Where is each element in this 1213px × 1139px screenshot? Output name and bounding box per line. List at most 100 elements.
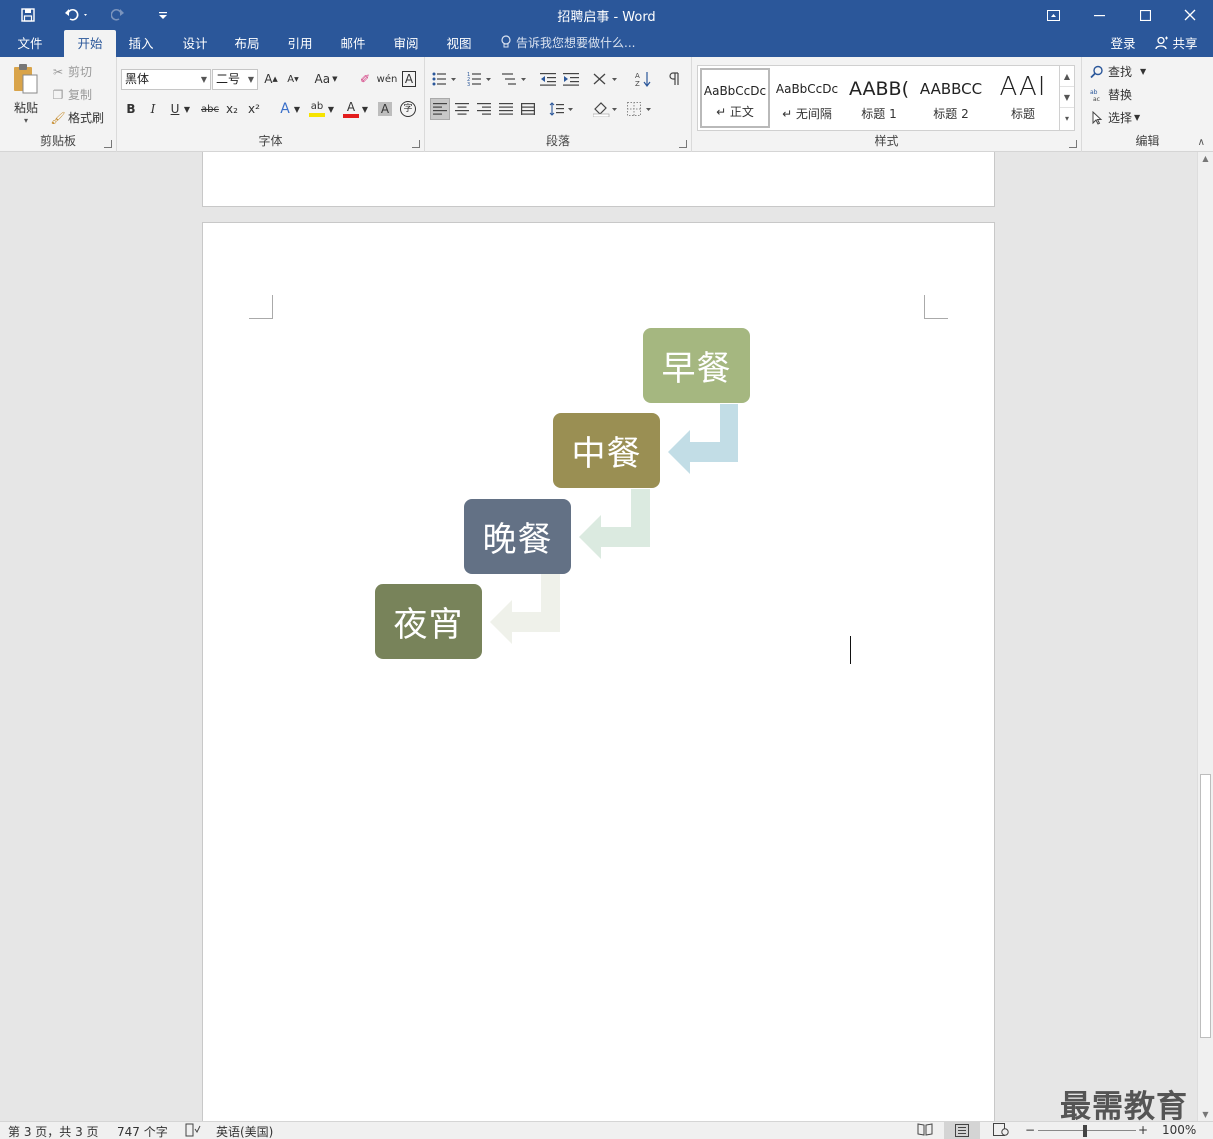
grow-font-button[interactable]: A ▲ [261, 68, 281, 90]
read-mode-icon[interactable] [917, 1123, 933, 1139]
scrollbar-thumb[interactable] [1200, 774, 1211, 1038]
chevron-up-icon[interactable]: ▲ [1060, 66, 1074, 87]
word-count[interactable]: 747 个字 [117, 1123, 168, 1139]
print-layout-icon[interactable] [944, 1122, 980, 1139]
paste-button[interactable]: 粘贴 ▾ [8, 63, 44, 129]
font-family-select[interactable]: 黑体 ▼ [121, 69, 211, 90]
shading-button[interactable] [591, 98, 621, 120]
close-icon[interactable] [1167, 0, 1213, 30]
bullets-button[interactable] [430, 68, 460, 90]
copy-button[interactable]: ❐ 复制 [50, 86, 92, 103]
enclose-characters-button[interactable]: 字 [398, 98, 418, 120]
style-name: 标题 1 [861, 107, 897, 121]
tab-references[interactable]: 引用 [277, 30, 323, 57]
format-painter-button[interactable]: 🖌 格式刷 [50, 109, 104, 126]
find-button[interactable]: 查找 ▼ [1090, 63, 1146, 80]
sort-icon: AZ [635, 72, 651, 87]
highlight-button[interactable]: ab [307, 98, 327, 120]
italic-button[interactable]: I [143, 98, 163, 120]
clear-formatting-icon[interactable]: ✐ [355, 68, 375, 90]
multilevel-list-button[interactable] [500, 68, 530, 90]
bold-button[interactable]: B [121, 98, 141, 120]
chevron-down-icon: ▼ [1134, 113, 1141, 122]
font-size-select[interactable]: 二号 ▼ [212, 69, 258, 90]
scroll-up-icon[interactable]: ▲ [1198, 154, 1213, 163]
align-center-button[interactable] [452, 98, 472, 120]
language-indicator[interactable]: 英语(美国) [216, 1123, 273, 1139]
proofing-icon[interactable] [185, 1123, 201, 1139]
web-layout-icon[interactable] [993, 1123, 1009, 1139]
style-sample: AaBbCcDc [703, 84, 767, 98]
vertical-scrollbar[interactable]: ▲ ▼ [1197, 152, 1213, 1121]
diagram-box-breakfast[interactable]: 早餐 [643, 328, 750, 403]
maximize-icon[interactable] [1122, 0, 1168, 30]
cut-button[interactable]: ✂ 剪切 [50, 63, 92, 80]
tab-view[interactable]: 视图 [436, 30, 482, 57]
zoom-out-icon[interactable]: − [1025, 1123, 1035, 1137]
chevron-down-icon[interactable]: ▼ [1060, 87, 1074, 108]
collapse-ribbon-icon[interactable]: ∧ [1198, 137, 1205, 148]
underline-dropdown-icon[interactable]: ▼ [181, 98, 193, 120]
style-no-spacing[interactable]: AaBbCcDc ↵ 无间隔 [772, 68, 842, 128]
share-button[interactable]: 共享 [1148, 30, 1204, 57]
strikethrough-button[interactable]: abc [199, 98, 221, 120]
tab-mailings[interactable]: 邮件 [330, 30, 376, 57]
font-launcher-icon[interactable] [412, 140, 420, 148]
style-heading-1[interactable]: AABB( 标题 1 [844, 68, 914, 128]
phonetic-guide-button[interactable]: wén [377, 68, 398, 90]
more-styles-icon[interactable]: ▾ [1060, 108, 1074, 129]
replace-button[interactable]: ab ac 替换 [1090, 86, 1132, 103]
clipboard-launcher-icon[interactable] [104, 140, 112, 148]
paragraph-launcher-icon[interactable] [679, 140, 687, 148]
superscript-button[interactable]: x² [244, 98, 264, 120]
tell-me-box[interactable]: 告诉我您想要做什么... [500, 30, 635, 57]
sort-button[interactable]: AZ [633, 68, 653, 90]
tab-home[interactable]: 开始 [64, 30, 116, 57]
change-case-button[interactable]: Aa ▼ [311, 68, 341, 90]
justify-button[interactable] [496, 98, 516, 120]
style-name: 标题 [1010, 107, 1035, 121]
diagram-box-lunch[interactable]: 中餐 [553, 413, 660, 488]
tab-layout[interactable]: 布局 [224, 30, 270, 57]
font-family-value: 黑体 [125, 72, 150, 86]
tab-review[interactable]: 审阅 [383, 30, 429, 57]
align-right-icon [477, 103, 491, 115]
tab-design[interactable]: 设计 [172, 30, 218, 57]
minimize-icon[interactable] [1076, 0, 1122, 30]
zoom-slider-track[interactable] [1038, 1130, 1136, 1131]
scroll-down-icon[interactable]: ▼ [1198, 1110, 1213, 1119]
show-formatting-marks-button[interactable] [665, 68, 685, 90]
shrink-font-button[interactable]: A ▼ [283, 68, 303, 90]
borders-button[interactable] [625, 98, 655, 120]
chinese-layout-button[interactable] [591, 68, 621, 90]
styles-launcher-icon[interactable] [1069, 140, 1077, 148]
font-color-dropdown-icon[interactable]: ▼ [359, 98, 371, 120]
style-heading-2[interactable]: AABBCC 标题 2 [916, 68, 986, 128]
line-spacing-button[interactable] [547, 98, 577, 120]
document-area[interactable]: 早餐 中餐 晚餐 夜宵 [0, 152, 1197, 1121]
character-shading-button[interactable]: A [375, 98, 395, 120]
distributed-button[interactable] [518, 98, 538, 120]
increase-indent-button[interactable] [561, 68, 581, 90]
align-right-button[interactable] [474, 98, 494, 120]
styles-gallery-scroll[interactable]: ▲ ▼ ▾ [1059, 66, 1074, 130]
diagram-box-night-snack[interactable]: 夜宵 [375, 584, 482, 659]
character-border-button[interactable]: A [399, 68, 419, 90]
text-effects-dropdown-icon[interactable]: ▼ [291, 98, 303, 120]
page-count[interactable]: 第 3 页，共 3 页 [8, 1123, 99, 1139]
tab-file[interactable]: 文件 [8, 30, 52, 57]
ribbon-display-options-icon[interactable] [1030, 0, 1076, 30]
style-normal[interactable]: AaBbCcDc ↵ 正文 [700, 68, 770, 128]
subscript-button[interactable]: x₂ [222, 98, 242, 120]
decrease-indent-button[interactable] [538, 68, 558, 90]
style-title[interactable]: AAI 标题 [988, 68, 1058, 128]
zoom-slider-thumb[interactable] [1083, 1125, 1087, 1137]
highlight-dropdown-icon[interactable]: ▼ [325, 98, 337, 120]
select-button[interactable]: 选择 ▼ [1090, 109, 1140, 126]
font-color-button[interactable]: A [341, 98, 361, 120]
numbering-button[interactable]: 123 [465, 68, 495, 90]
align-left-button[interactable] [430, 98, 450, 120]
tab-insert[interactable]: 插入 [118, 30, 164, 57]
diagram-box-dinner[interactable]: 晚餐 [464, 499, 571, 574]
sign-in-link[interactable]: 登录 [1102, 30, 1144, 57]
